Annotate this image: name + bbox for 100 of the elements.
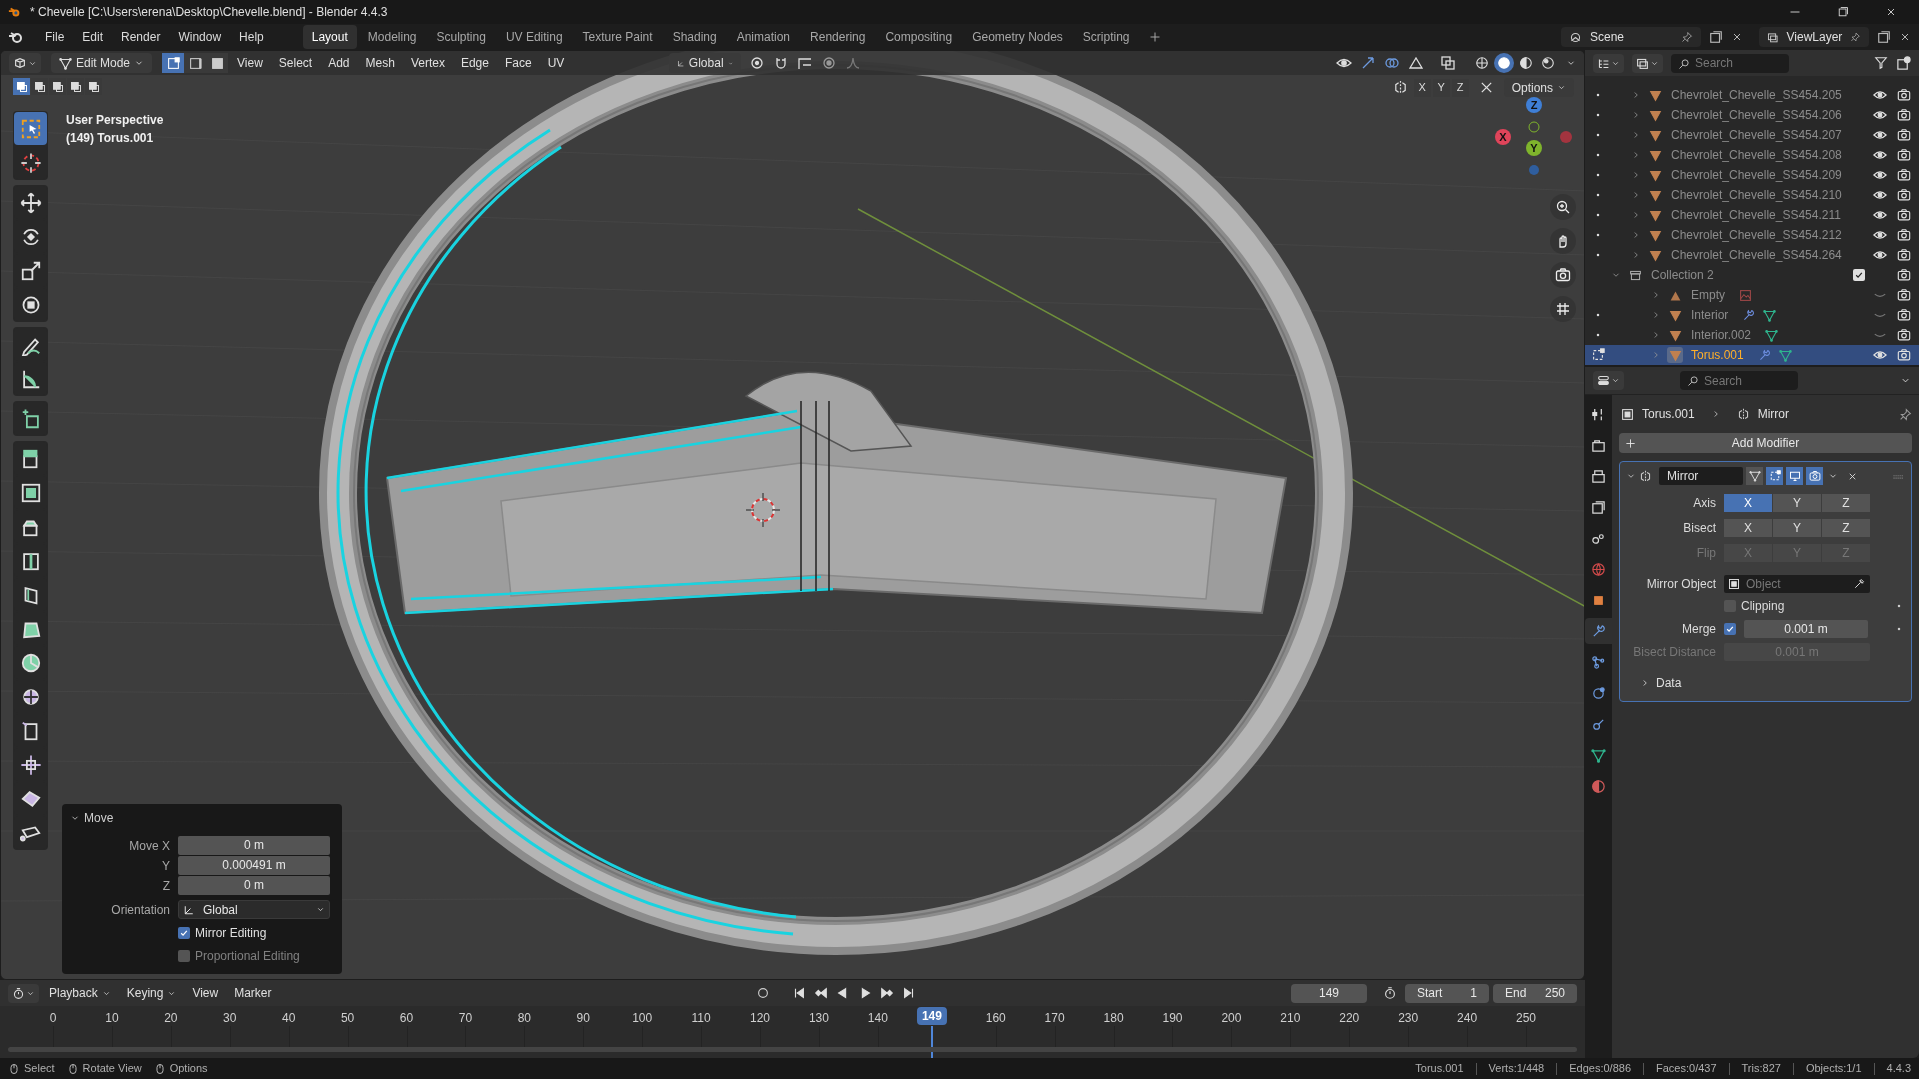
search-field[interactable]: Search: [1680, 371, 1798, 390]
gizmo-axis-handle[interactable]: Z: [1526, 97, 1542, 113]
field-label: Orientation: [110, 901, 170, 919]
number-field[interactable]: 0.000491 m: [178, 856, 330, 875]
breadcrumb-item[interactable]: Torus.001: [1642, 405, 1695, 423]
outliner-row[interactable]: Empty: [1585, 285, 1919, 305]
workspace-tab[interactable]: UV Editing: [496, 25, 572, 49]
workspace-tab[interactable]: Animation: [727, 25, 800, 49]
menu-item[interactable]: Keying: [120, 984, 183, 1002]
number-field[interactable]: 0.001 m: [1744, 619, 1868, 638]
workspace-tab[interactable]: Compositing: [876, 25, 962, 49]
menu-item[interactable]: File: [36, 25, 74, 49]
panel-header[interactable]: Move: [70, 808, 334, 828]
outliner-item-name[interactable]: Chevrolet_Chevelle_SS454.210: [1671, 186, 1842, 204]
workspace-tab[interactable]: Shading: [663, 25, 726, 49]
workspace-tab[interactable]: Layout: [302, 25, 357, 49]
menu-item[interactable]: Select: [271, 54, 320, 72]
frame-number: 130: [808, 1010, 829, 1027]
menu-item[interactable]: Help: [230, 25, 273, 49]
frame-number: 200: [1221, 1010, 1242, 1027]
workspace-tab[interactable]: Texture Paint: [573, 25, 662, 49]
workspace-tab[interactable]: Modeling: [358, 25, 426, 49]
outliner-item-name[interactable]: Chevrolet_Chevelle_SS454.212: [1671, 226, 1842, 244]
workspace-tab[interactable]: Rendering: [801, 25, 875, 49]
3d-viewport[interactable]: Edit Mode View Select Add Mesh Vertex Edge Face UV Global X Y Z Options User Perspective (149) Torus.001 Z X Y Move Move X 0 m Y 0.000491 m Z 0 m Orientation Global Mirror Editing Proportional Editing: [0, 50, 1585, 980]
outliner-item-name[interactable]: Empty: [1691, 286, 1725, 304]
axis-toggle[interactable]: X: [1724, 493, 1772, 512]
frame-number: 220: [1339, 1010, 1360, 1027]
outliner-item-name[interactable]: Torus.001: [1691, 346, 1744, 364]
menu-item[interactable]: Vertex: [403, 54, 452, 72]
view-layer-selector[interactable]: ViewLayer: [1759, 27, 1869, 47]
outliner-item-name[interactable]: Chevrolet_Chevelle_SS454.209: [1671, 166, 1842, 184]
gizmo-axis-handle[interactable]: X: [1495, 129, 1511, 145]
status-stat: 4.4.3: [1886, 1061, 1911, 1077]
end-frame-field[interactable]: End 250: [1493, 983, 1577, 1003]
axis-toggle[interactable]: X: [1724, 518, 1772, 537]
number-field[interactable]: 0 m: [178, 836, 330, 855]
outliner-row[interactable]: Chevrolet_Chevelle_SS454.206: [1585, 105, 1919, 125]
axis-toggle[interactable]: Y: [1773, 518, 1821, 537]
start-frame-field[interactable]: Start 1: [1405, 983, 1489, 1003]
menu-item[interactable]: View: [230, 54, 270, 72]
axis-toggle[interactable]: Y: [1773, 493, 1821, 512]
outliner-row[interactable]: Chevrolet_Chevelle_SS454.205: [1585, 85, 1919, 105]
menu-item[interactable]: Playback: [43, 984, 117, 1002]
status-stat: Verts:1/448: [1488, 1061, 1545, 1077]
name-field[interactable]: Mirror: [1659, 467, 1743, 485]
outliner-row[interactable]: Interior.002: [1585, 325, 1919, 345]
menu-item[interactable]: Edit: [73, 25, 113, 49]
axis-toggle[interactable]: Z: [1822, 493, 1870, 512]
outliner-row[interactable]: Chevrolet_Chevelle_SS454.209: [1585, 165, 1919, 185]
playhead-frame[interactable]: 149: [916, 1007, 947, 1025]
outliner-item-name[interactable]: Chevrolet_Chevelle_SS454.207: [1671, 126, 1842, 144]
mode-dropdown[interactable]: Edit Mode: [51, 53, 153, 73]
menu-item[interactable]: Face: [497, 54, 539, 72]
outliner-row[interactable]: Chevrolet_Chevelle_SS454.212: [1585, 225, 1919, 245]
options-dropdown[interactable]: Options: [1503, 78, 1574, 97]
outliner-item-name[interactable]: Interior.002: [1691, 326, 1752, 344]
outliner-row[interactable]: Chevrolet_Chevelle_SS454.208: [1585, 145, 1919, 165]
outliner-item-name[interactable]: Chevrolet_Chevelle_SS454.208: [1671, 146, 1842, 164]
status-stat: Faces:0/437: [1656, 1061, 1717, 1077]
frame-number: 160: [985, 1010, 1006, 1027]
frame-number: 40: [282, 1010, 296, 1027]
menu-item[interactable]: Edge: [453, 54, 496, 72]
outliner-item-name[interactable]: Interior: [1691, 306, 1729, 324]
object-field[interactable]: Object: [1724, 574, 1870, 593]
gizmo-axis-handle[interactable]: Y: [1526, 140, 1542, 156]
outliner-item-name[interactable]: Chevrolet_Chevelle_SS454.211: [1671, 206, 1841, 224]
outliner-row[interactable]: Chevrolet_Chevelle_SS454.207: [1585, 125, 1919, 145]
outliner-row[interactable]: Chevrolet_Chevelle_SS454.264: [1585, 245, 1919, 265]
outliner-row[interactable]: Chevrolet_Chevelle_SS454.210: [1585, 185, 1919, 205]
number-field[interactable]: 0 m: [178, 876, 330, 895]
breadcrumb-item[interactable]: Mirror: [1757, 405, 1790, 423]
current-frame-field[interactable]: 149: [1291, 983, 1367, 1003]
scene-selector[interactable]: Scene: [1561, 27, 1701, 47]
menu-item[interactable]: Mesh: [358, 54, 402, 72]
menu-item[interactable]: View: [186, 984, 225, 1002]
menu-item[interactable]: Window: [169, 25, 231, 49]
outliner-item-name[interactable]: Collection 2: [1651, 266, 1714, 284]
section-header[interactable]: Data: [1626, 673, 1905, 693]
outliner-item-name[interactable]: Chevrolet_Chevelle_SS454.205: [1671, 86, 1842, 104]
outliner-item-name[interactable]: Chevrolet_Chevelle_SS454.264: [1671, 246, 1842, 264]
menu-item[interactable]: Marker: [228, 984, 278, 1002]
workspace-tab[interactable]: Geometry Nodes: [963, 25, 1072, 49]
search-field[interactable]: Search: [1671, 53, 1789, 73]
axis-toggle[interactable]: Z: [1822, 518, 1870, 537]
orientation-dropdown[interactable]: Global: [669, 53, 741, 73]
add-modifier-button[interactable]: Add Modifier: [1619, 433, 1912, 453]
menu-item[interactable]: Render: [112, 25, 170, 49]
workspace-tab[interactable]: Sculpting: [427, 25, 495, 49]
orientation-dropdown[interactable]: Global: [178, 900, 330, 919]
outliner-row[interactable]: Chevrolet_Chevelle_SS454.211: [1585, 205, 1919, 225]
status-hint: Options: [169, 1061, 208, 1077]
outliner-row[interactable]: Collection 2: [1585, 265, 1919, 285]
frame-number: 0: [49, 1010, 57, 1027]
outliner-row[interactable]: Interior: [1585, 305, 1919, 325]
outliner-item-name[interactable]: Chevrolet_Chevelle_SS454.206: [1671, 106, 1842, 124]
outliner-row[interactable]: Torus.001: [1585, 345, 1919, 365]
menu-item[interactable]: Add: [321, 54, 357, 72]
workspace-tab[interactable]: Scripting: [1073, 25, 1139, 49]
menu-item[interactable]: UV: [540, 54, 572, 72]
